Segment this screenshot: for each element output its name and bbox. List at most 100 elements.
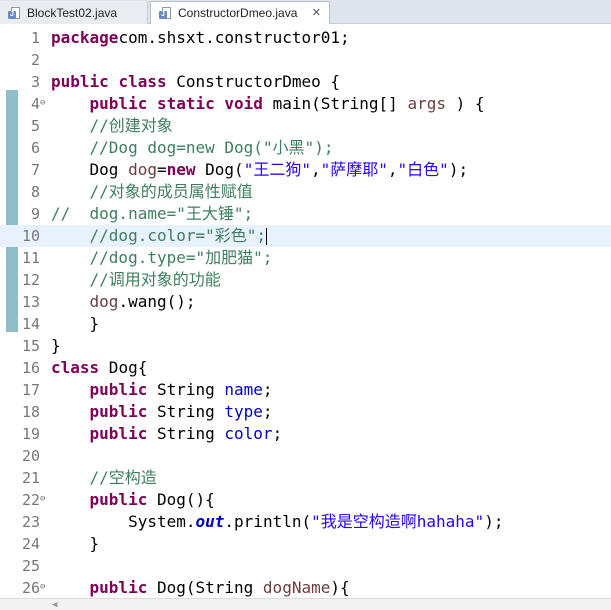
line-number: 1 xyxy=(30,29,40,47)
code-line[interactable]: 2 xyxy=(0,49,611,71)
line-number: 23 xyxy=(21,513,40,531)
code-token: "王二狗" xyxy=(243,160,311,179)
code-line[interactable]: 14 } xyxy=(0,313,611,335)
code-text: public Dog(){ xyxy=(51,489,215,511)
code-token: //dog.type="加肥猫"; xyxy=(89,248,273,267)
code-line[interactable]: 8 //对象的成员属性赋值 xyxy=(0,181,611,203)
code-token: Dog(){ xyxy=(147,490,215,509)
line-number: 13 xyxy=(21,293,40,311)
code-token: //对象的成员属性赋值 xyxy=(89,182,253,201)
editor-tab-bar: J BlockTest02.java J ConstructorDmeo.jav… xyxy=(0,0,611,24)
code-text: } xyxy=(51,313,100,335)
code-line[interactable]: 11 //dog.type="加肥猫"; xyxy=(0,247,611,269)
code-token: Dog{ xyxy=(99,358,148,377)
code-text: public static void main(String[] args ) … xyxy=(51,93,485,115)
code-text: //Dog dog=new Dog("小黑"); xyxy=(51,137,334,159)
code-line[interactable]: 25 xyxy=(0,555,611,577)
code-line[interactable]: 5 //创建对象 xyxy=(0,115,611,137)
code-token: dog xyxy=(89,292,119,311)
code-token: .println( xyxy=(224,512,312,531)
fold-icon[interactable]: ⊖ xyxy=(40,583,45,592)
code-token: } xyxy=(51,336,61,355)
code-token: //Dog dog=new Dog("小黑"); xyxy=(89,138,334,157)
code-token: dog xyxy=(128,160,157,179)
code-line[interactable]: 6 //Dog dog=new Dog("小黑"); xyxy=(0,137,611,159)
code-text: class Dog{ xyxy=(51,357,147,379)
code-line[interactable]: 22 ⊖ public Dog(){ xyxy=(0,489,611,511)
code-token: //空构造 xyxy=(89,468,157,487)
fold-icon[interactable]: ⊖ xyxy=(40,495,45,504)
tab-constructordmeo[interactable]: J ConstructorDmeo.java ✕ xyxy=(150,1,330,24)
tab-label: BlockTest02.java xyxy=(27,5,118,20)
code-text: Dog dog=new Dog("王二狗","萨摩耶","白色"); xyxy=(51,159,469,181)
code-line[interactable]: 13 dog.wang(); xyxy=(0,291,611,313)
code-line[interactable]: 1 packagecom.shsxt.constructor01; xyxy=(0,27,611,49)
code-line[interactable]: 21 //空构造 xyxy=(0,467,611,489)
code-text: //对象的成员属性赋值 xyxy=(51,181,253,203)
code-text: public Dog(String dogName){ xyxy=(51,577,350,599)
code-token: ){ xyxy=(330,578,350,597)
line-number: 19 xyxy=(21,425,40,443)
code-line[interactable]: 12 //调用对象的功能 xyxy=(0,269,611,291)
code-line[interactable]: 17 public String name; xyxy=(0,379,611,401)
horizontal-scrollbar[interactable]: ◀ xyxy=(0,598,611,610)
code-token: String xyxy=(147,402,225,421)
code-line[interactable]: 19 public String color; xyxy=(0,423,611,445)
code-editor[interactable]: 1 packagecom.shsxt.constructor01; 2 3 public… xyxy=(0,24,611,610)
code-token: String xyxy=(147,424,225,443)
code-line[interactable]: 23 System.out.println("我是空构造啊hahaha"); xyxy=(0,511,611,533)
code-line[interactable]: 18 public String type; xyxy=(0,401,611,423)
code-token: Dog( xyxy=(195,160,244,179)
line-number: 9 xyxy=(30,205,40,223)
code-token: ; xyxy=(272,424,283,443)
code-text: //空构造 xyxy=(51,467,157,489)
code-token: public xyxy=(89,578,148,597)
close-icon[interactable]: ✕ xyxy=(312,2,321,24)
code-line[interactable]: 4 ⊖ public static void main(String[] args… xyxy=(0,93,611,115)
line-number: 7 xyxy=(30,161,40,179)
code-line[interactable]: 10 //dog.color="彩色"; xyxy=(0,225,611,247)
line-number: 25 xyxy=(21,557,40,575)
code-token: public xyxy=(89,424,148,443)
code-line[interactable]: 20 xyxy=(0,445,611,467)
code-text: System.out.println("我是空构造啊hahaha"); xyxy=(51,511,503,533)
code-token: String xyxy=(147,380,225,399)
line-number: 4 xyxy=(30,95,40,113)
code-line[interactable]: 9 // dog.name="王大锤"; xyxy=(0,203,611,225)
line-number: 22 xyxy=(21,491,40,509)
code-line[interactable]: 7 Dog dog=new Dog("王二狗","萨摩耶","白色"); xyxy=(0,159,611,181)
code-token: color xyxy=(224,424,273,443)
code-line[interactable]: 3 public class ConstructorDmeo { xyxy=(0,71,611,93)
code-line[interactable]: 16 class Dog{ xyxy=(0,357,611,379)
line-number: 18 xyxy=(21,403,40,421)
code-text: dog.wang(); xyxy=(51,291,196,313)
code-token: public xyxy=(89,94,148,113)
code-line[interactable]: 15} xyxy=(0,335,611,357)
code-token: out xyxy=(195,512,225,531)
code-token: , xyxy=(310,160,321,179)
code-line[interactable]: 24 } xyxy=(0,533,611,555)
tab-label: ConstructorDmeo.java xyxy=(178,6,298,20)
code-token: ); xyxy=(448,160,469,179)
scroll-left-icon[interactable]: ◀ xyxy=(52,600,57,610)
code-text: public String color; xyxy=(51,423,283,445)
code-line[interactable]: 26 ⊖ public Dog(String dogName){ xyxy=(0,577,611,599)
fold-icon[interactable]: ⊖ xyxy=(40,99,45,108)
tab-blocktest02[interactable]: J BlockTest02.java xyxy=(0,1,148,24)
line-number: 8 xyxy=(30,183,40,201)
code-token: args xyxy=(407,94,446,113)
